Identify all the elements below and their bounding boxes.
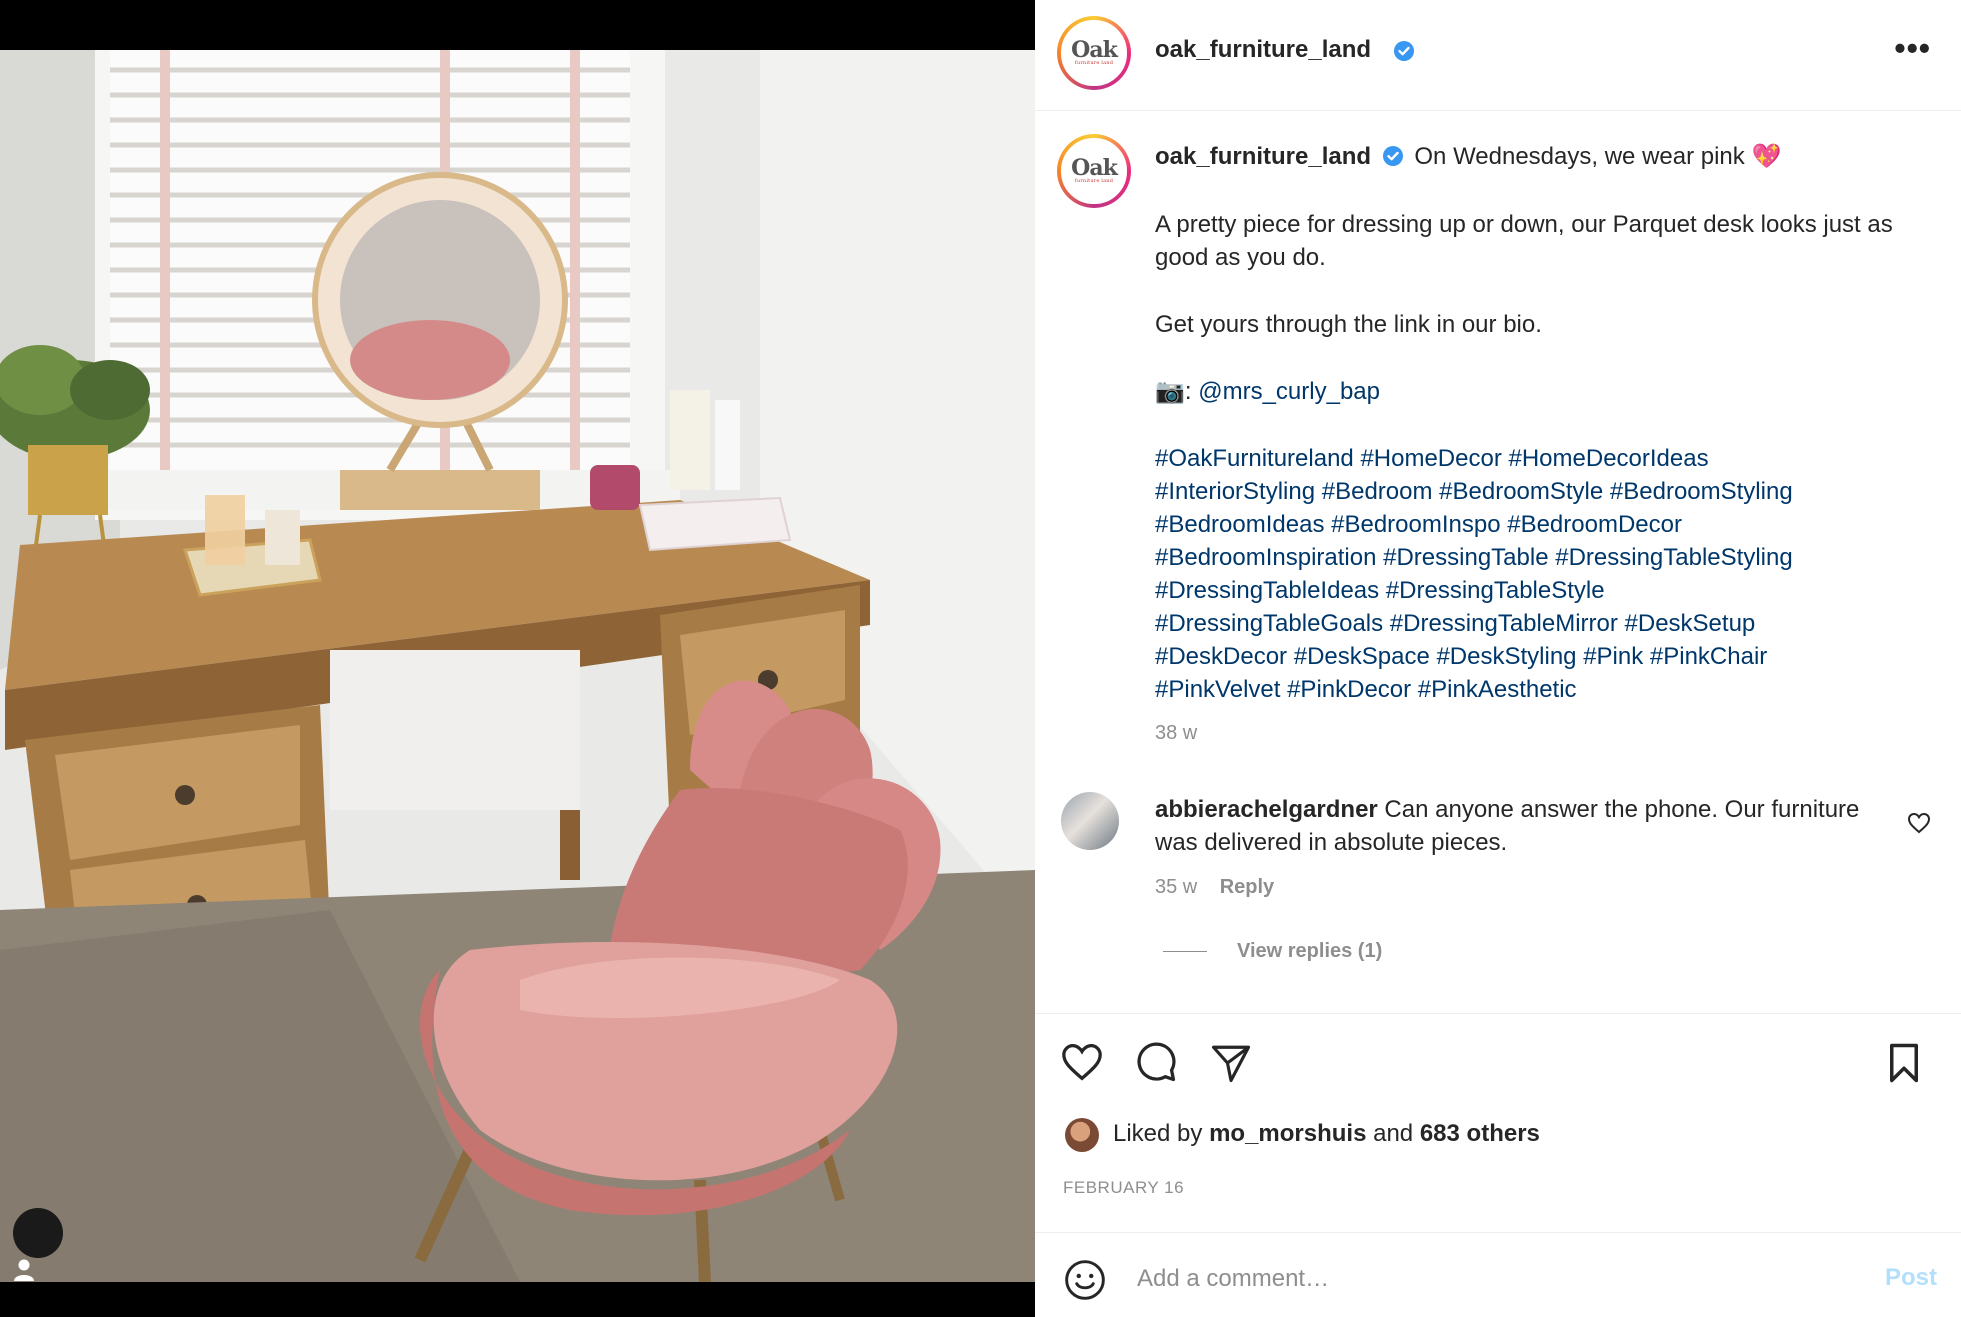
post-date[interactable]: FEBRUARY 16 — [1063, 1178, 1184, 1198]
verified-badge-icon — [1382, 146, 1403, 166]
verified-badge-icon — [1394, 41, 1414, 61]
caption-avatar[interactable]: Oak furniture land — [1057, 134, 1131, 208]
reply-button[interactable]: Reply — [1220, 876, 1274, 898]
comment-username[interactable]: abbierachelgardner — [1155, 796, 1378, 823]
caption-first-line: oak_furniture_land On Wednesdays, we wea… — [1155, 140, 1925, 173]
liker-avatar[interactable] — [1065, 1118, 1099, 1152]
hashtags-line[interactable]: #InteriorStyling #Bedroom #BedroomStyle … — [1155, 475, 1925, 508]
camera-emoji: 📷: — [1155, 378, 1192, 405]
hashtags-line[interactable]: #BedroomIdeas #BedroomInspo #BedroomDeco… — [1155, 508, 1925, 541]
more-icon: ••• — [1894, 30, 1931, 66]
liker-username[interactable]: mo_morshuis — [1209, 1120, 1366, 1147]
hashtags-line[interactable]: #DressingTableIdeas #DressingTableStyle — [1155, 574, 1925, 607]
comment-meta: 35 w Reply — [1155, 876, 1274, 899]
likes-middle: and — [1373, 1120, 1414, 1147]
post-header: Oak furniture land oak_furniture_land ••… — [1035, 0, 1961, 111]
hashtags-line[interactable]: #DressingTableGoals #DressingTableMirror… — [1155, 607, 1925, 640]
divider — [1035, 1013, 1961, 1014]
view-replies-button[interactable]: View replies (1) — [1163, 940, 1382, 963]
view-replies-label: View replies (1) — [1237, 940, 1383, 962]
comment-timestamp[interactable]: 35 w — [1155, 876, 1197, 898]
tag-user-button[interactable] — [13, 1208, 63, 1281]
emoji-icon[interactable] — [1063, 1258, 1107, 1302]
caption-timestamp[interactable]: 38 w — [1155, 722, 1197, 745]
comment-body: abbierachelgardner Can anyone answer the… — [1155, 793, 1875, 859]
likes-count-button[interactable]: 683 others — [1420, 1120, 1540, 1147]
avatar-logo-subtext: furniture land — [1074, 59, 1114, 66]
post-side-panel: Oak furniture land oak_furniture_land ••… — [1035, 0, 1961, 1317]
likes-prefix: Liked by — [1113, 1120, 1203, 1147]
photo-credit-user-link[interactable]: @mrs_curly_bap — [1198, 378, 1380, 405]
photo-credit: 📷: @mrs_curly_bap — [1155, 375, 1925, 408]
header-username[interactable]: oak_furniture_land — [1155, 36, 1371, 64]
add-comment-input[interactable] — [1135, 1258, 1819, 1300]
avatar-logo-subtext: furniture land — [1074, 177, 1114, 184]
caption-paragraph-1: A pretty piece for dressing up or down, … — [1155, 211, 1893, 271]
account-avatar[interactable]: Oak furniture land — [1057, 16, 1131, 90]
user-tag-icon — [14, 1259, 34, 1281]
comment-icon[interactable] — [1134, 1040, 1178, 1084]
heart-icon[interactable] — [1060, 1042, 1104, 1082]
hashtags-line[interactable]: #DeskDecor #DeskSpace #DeskStyling #Pink… — [1155, 640, 1925, 673]
avatar-logo-text: Oak — [1071, 154, 1118, 181]
bookmark-icon[interactable] — [1885, 1042, 1923, 1084]
post-comment-button[interactable]: Post — [1885, 1264, 1937, 1292]
hashtags-line[interactable]: #BedroomInspiration #DressingTable #Dres… — [1155, 541, 1925, 574]
hashtags-block: #OakFurnitureland #HomeDecor #HomeDecorI… — [1155, 442, 1925, 706]
caption-paragraph-2: Get yours through the link in our bio. — [1155, 311, 1542, 338]
likes-summary: Liked by mo_morshuis and 683 others — [1113, 1120, 1540, 1148]
share-icon[interactable] — [1209, 1042, 1253, 1084]
caption-username[interactable]: oak_furniture_land — [1155, 143, 1371, 170]
hashtags-line[interactable]: #OakFurnitureland #HomeDecor #HomeDecorI… — [1155, 442, 1925, 475]
comment-avatar[interactable] — [1061, 792, 1119, 850]
divider — [1035, 1232, 1961, 1233]
replies-line — [1163, 951, 1207, 952]
hashtags-line[interactable]: #PinkVelvet #PinkDecor #PinkAesthetic — [1155, 673, 1925, 706]
post-photo-pane — [0, 0, 1035, 1317]
avatar-logo-text: Oak — [1071, 36, 1118, 63]
comment-like-icon[interactable] — [1907, 812, 1931, 834]
more-options-button[interactable]: ••• — [1894, 32, 1931, 64]
caption-headline: On Wednesdays, we wear pink 💖 — [1414, 143, 1782, 170]
post-photo — [0, 50, 1035, 1282]
